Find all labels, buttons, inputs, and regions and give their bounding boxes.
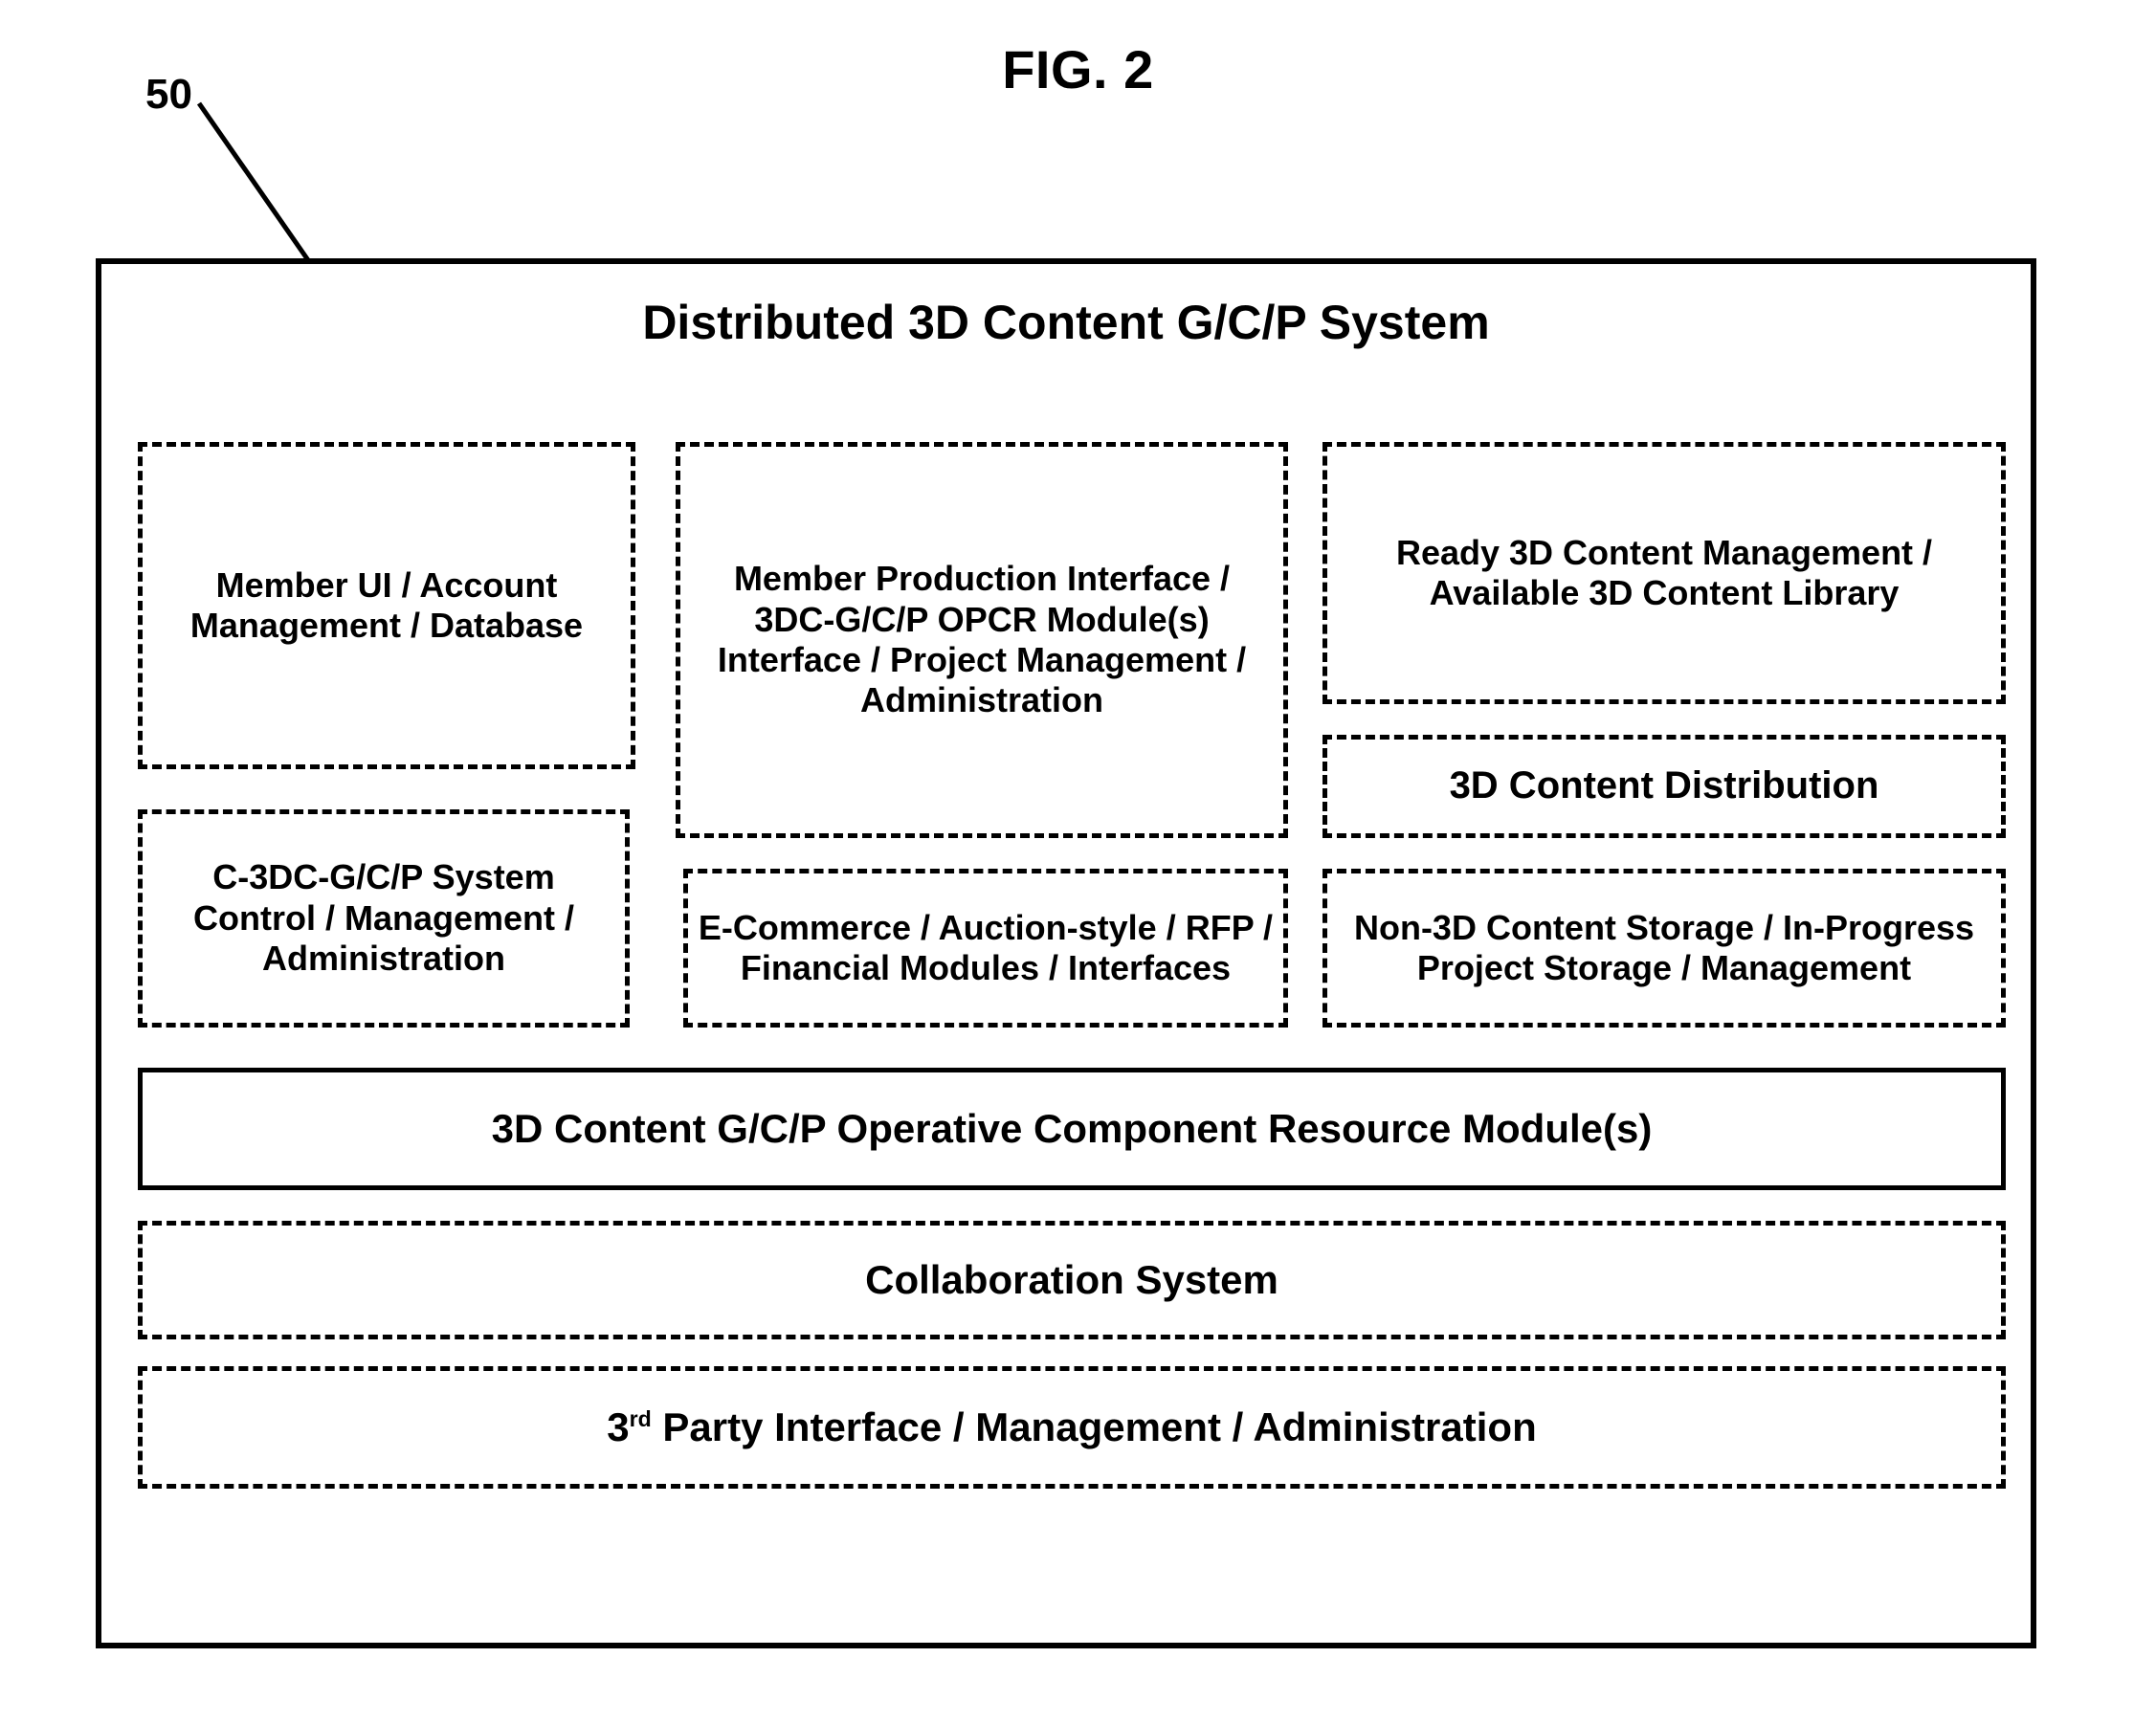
system-title: Distributed 3D Content G/C/P System <box>642 296 1490 349</box>
leader-line <box>196 101 311 262</box>
module-label: 3D Content Distribution <box>1449 764 1879 807</box>
reference-numeral-50: 50 <box>145 71 192 118</box>
module-label: E-Commerce / Auction-style / RFP / Finan… <box>698 907 1274 987</box>
module-member-production-interface[interactable]: Member Production Interface / 3DC-G/C/P … <box>676 442 1288 838</box>
figure-page: FIG. 2 50 Distributed 3D Content G/C/P S… <box>0 0 2156 1724</box>
module-label: Member Production Interface / 3DC-G/C/P … <box>717 559 1247 720</box>
module-non-3d-content-storage[interactable]: Non-3D Content Storage / In-Progress Pro… <box>1322 869 2006 1028</box>
third-party-rest: Party Interface / Management / Administr… <box>651 1404 1537 1450</box>
module-3d-content-gcp-operative-component-resource[interactable]: 3D Content G/C/P Operative Component Res… <box>138 1068 2006 1190</box>
module-c-3dc-gcp-system-control[interactable]: C-3DC-G/C/P System Control / Management … <box>138 809 630 1028</box>
module-label: 3D Content G/C/P Operative Component Res… <box>491 1106 1653 1152</box>
module-member-ui-account-management-database[interactable]: Member UI / Account Management / Databas… <box>138 442 635 769</box>
third-party-ordinal-suffix: rd <box>629 1406 652 1432</box>
module-label: 3rd Party Interface / Management / Admin… <box>607 1404 1536 1451</box>
figure-label: FIG. 2 <box>1002 39 1154 99</box>
module-3d-content-distribution[interactable]: 3D Content Distribution <box>1322 735 2006 838</box>
module-ecommerce-auction-rfp-financial[interactable]: E-Commerce / Auction-style / RFP / Finan… <box>683 869 1288 1028</box>
module-label: Collaboration System <box>865 1257 1278 1303</box>
module-label: Non-3D Content Storage / In-Progress Pro… <box>1353 907 1975 987</box>
module-label: Ready 3D Content Management / Available … <box>1395 532 1933 612</box>
module-label: Member UI / Account Management / Databas… <box>189 564 584 645</box>
distributed-3d-content-system-frame: Distributed 3D Content G/C/P System Memb… <box>96 258 2036 1648</box>
module-label: C-3DC-G/C/P System Control / Management … <box>192 857 575 979</box>
module-ready-3d-content-management[interactable]: Ready 3D Content Management / Available … <box>1322 442 2006 704</box>
module-third-party-interface[interactable]: 3rd Party Interface / Management / Admin… <box>138 1366 2006 1489</box>
third-party-number: 3 <box>607 1404 630 1450</box>
module-collaboration-system[interactable]: Collaboration System <box>138 1221 2006 1339</box>
